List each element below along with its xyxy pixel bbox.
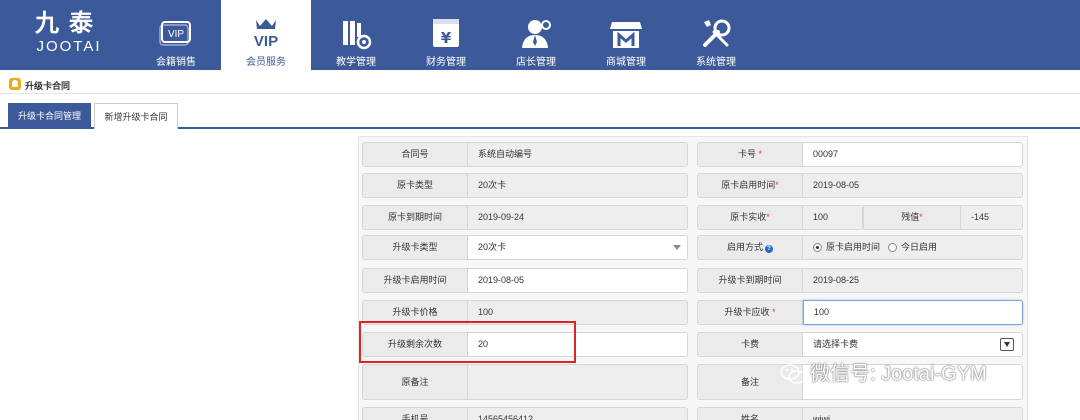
orig-start-label: 原卡启用时间* [697, 173, 803, 198]
card-fee-label: 卡费 [697, 332, 803, 357]
wechat-watermark: 微信号: Jootai-GYM [780, 360, 1070, 388]
upgrade-expire-label: 升级卡到期时间 [697, 268, 803, 293]
svg-text:VIP: VIP [254, 33, 278, 50]
radio-today-label: 今日启用 [901, 242, 938, 252]
phone-label: 手机号 [362, 407, 468, 420]
upgrade-card-type-select[interactable]: 20次卡 [468, 235, 688, 260]
nav-label: 会员服务 [246, 57, 286, 68]
store-icon [610, 22, 642, 48]
upgrade-due-label: 升级卡应收 * [697, 300, 803, 325]
watermark-text: 微信号: Jootai-GYM [810, 363, 987, 385]
nav-item-teaching[interactable]: 教学管理 [311, 0, 401, 70]
nav-label: 教学管理 [336, 57, 376, 68]
help-icon[interactable]: ? [765, 245, 773, 253]
required-mark: * [766, 212, 770, 222]
orig-expire-field: 2019-09-24 [468, 205, 688, 230]
residual-label: 残值* [863, 205, 961, 230]
required-mark: * [772, 307, 776, 317]
top-nav-bar: 九泰 JOOTAI VIP 会籍销售 VIP 会员服务 教学管理 ¥ 财务管理 … [0, 0, 1080, 70]
breadcrumb: 升级卡合同 [0, 74, 1080, 94]
upgrade-due-input[interactable]: 100 [803, 300, 1023, 325]
tab-upgrade-contract-manage[interactable]: 升级卡合同管理 [8, 103, 91, 129]
name-label: 姓名 [697, 407, 803, 420]
breadcrumb-text: 升级卡合同 [25, 81, 71, 91]
orig-note-field [468, 364, 688, 400]
wechat-icon [780, 364, 806, 384]
tab-new-upgrade-contract[interactable]: 新增升级卡合同 [94, 103, 178, 130]
highlight-box [359, 321, 576, 363]
contract-no-field: 系统自动编号 [468, 142, 688, 167]
required-mark: * [775, 180, 779, 190]
nav-item-finance[interactable]: ¥ 财务管理 [401, 0, 491, 70]
card-fee-select[interactable]: 请选择卡费 [803, 332, 1023, 357]
residual-field: -145 [961, 205, 1023, 230]
required-mark: * [758, 149, 763, 159]
orig-expire-label: 原卡到期时间 [362, 205, 468, 230]
upgrade-card-type-label: 升级卡类型 [362, 235, 468, 260]
nav-item-system[interactable]: 系统管理 [671, 0, 761, 70]
logo-english: JOOTAI [36, 38, 102, 55]
nav-item-member-service[interactable]: VIP 会员服务 [221, 0, 311, 70]
nav-label: 财务管理 [426, 57, 466, 68]
required-mark: * [919, 212, 923, 222]
orig-start-field: 2019-08-05 [803, 173, 1023, 198]
upgrade-expire-field: 2019-08-25 [803, 268, 1023, 293]
nav-label: 店长管理 [516, 57, 556, 68]
nav-item-vip-sales[interactable]: VIP 会籍销售 [131, 0, 221, 70]
card-no-input[interactable]: 00097 [803, 142, 1023, 167]
chevron-down-icon [1000, 338, 1014, 351]
card-no-label: 卡号 * [697, 142, 803, 167]
orig-paid-label: 原卡实收* [697, 205, 803, 230]
upgrade-card-type-value: 20次卡 [478, 242, 507, 252]
svg-text:VIP: VIP [168, 29, 184, 40]
activation-method-label: 启用方式? [697, 235, 803, 260]
card-fee-placeholder: 请选择卡费 [813, 339, 859, 349]
tab-bar: 升级卡合同管理 新增升级卡合同 [0, 101, 1080, 130]
lightbulb-icon [9, 78, 21, 90]
radio-today[interactable] [888, 243, 897, 252]
radio-orig-start-label: 原卡启用时间 [826, 242, 881, 252]
upgrade-start-input[interactable]: 2019-08-05 [468, 268, 688, 293]
phone-field: 14565456412 [468, 407, 688, 420]
nav-item-mall[interactable]: 商城管理 [581, 0, 671, 70]
activation-method-group: 原卡启用时间 今日启用 [803, 235, 1023, 260]
nav-item-manager[interactable]: 店长管理 [491, 0, 581, 70]
yen-ledger-icon: ¥ [433, 19, 459, 47]
vip-card-icon: VIP [159, 21, 191, 46]
jootai-logo[interactable]: 九泰 JOOTAI [14, 8, 124, 64]
upgrade-start-label: 升级卡启用时间 [362, 268, 468, 293]
books-gear-icon [343, 21, 372, 50]
tools-icon [703, 19, 731, 47]
orig-card-type-label: 原卡类型 [362, 173, 468, 198]
radio-orig-start[interactable] [813, 243, 822, 252]
vip-crown-icon: VIP [254, 19, 278, 50]
orig-note-label: 原备注 [362, 364, 468, 400]
name-field: wiwi [803, 407, 1023, 420]
nav-label: 系统管理 [696, 57, 736, 68]
svg-text:¥: ¥ [441, 29, 452, 47]
nav-label: 会籍销售 [156, 57, 196, 68]
manager-icon [522, 20, 551, 48]
nav-label: 商城管理 [606, 57, 646, 68]
contract-no-label: 合同号 [362, 142, 468, 167]
orig-paid-field: 100 [803, 205, 863, 230]
logo-chinese: 九泰 [35, 8, 103, 37]
orig-card-type-field: 20次卡 [468, 173, 688, 198]
chevron-down-icon [673, 245, 681, 250]
